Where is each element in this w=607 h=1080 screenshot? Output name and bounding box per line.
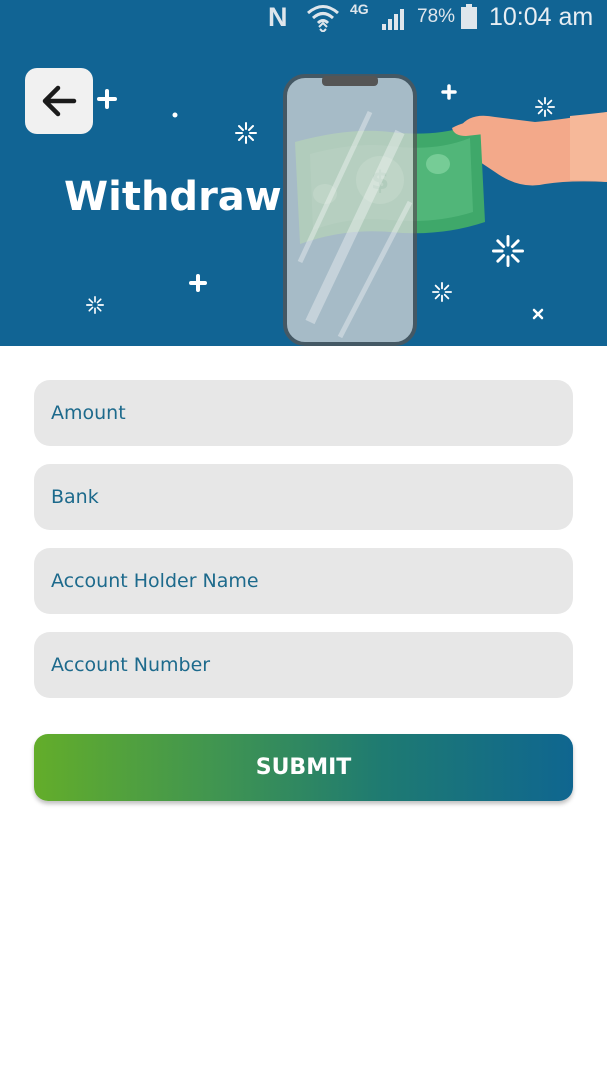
phone-money-illustration: $ <box>283 74 607 346</box>
sparkle-dot-icon <box>172 112 178 118</box>
header-banner: N 4G 78% 10:04 am Withdraw <box>0 0 607 346</box>
bank-field <box>34 464 573 530</box>
back-button[interactable] <box>25 68 93 134</box>
network-type: 4G <box>350 1 369 17</box>
amount-input[interactable] <box>34 380 573 446</box>
nfc-icon: N <box>268 2 288 32</box>
signal-icon <box>382 9 404 30</box>
account-number-input[interactable] <box>34 632 573 698</box>
sparkle-burst-icon <box>235 122 257 144</box>
withdraw-form <box>34 380 573 716</box>
battery-icon <box>461 4 477 29</box>
amount-field <box>34 380 573 446</box>
sparkle-plus-icon <box>97 89 117 109</box>
account-holder-name-input[interactable] <box>34 548 573 614</box>
battery-percent: 78% <box>417 6 456 27</box>
status-bar: N 4G 78% 10:04 am <box>0 0 607 36</box>
page-title: Withdraw <box>64 174 282 220</box>
bank-input[interactable] <box>34 464 573 530</box>
wifi-icon <box>307 5 339 32</box>
account-holder-name-field <box>34 548 573 614</box>
submit-button[interactable]: SUBMIT <box>34 734 573 801</box>
sparkle-plus-icon <box>189 274 207 292</box>
sparkle-burst-icon <box>86 296 104 314</box>
clock: 10:04 am <box>489 3 594 31</box>
account-number-field <box>34 632 573 698</box>
arrow-left-icon <box>42 85 77 117</box>
